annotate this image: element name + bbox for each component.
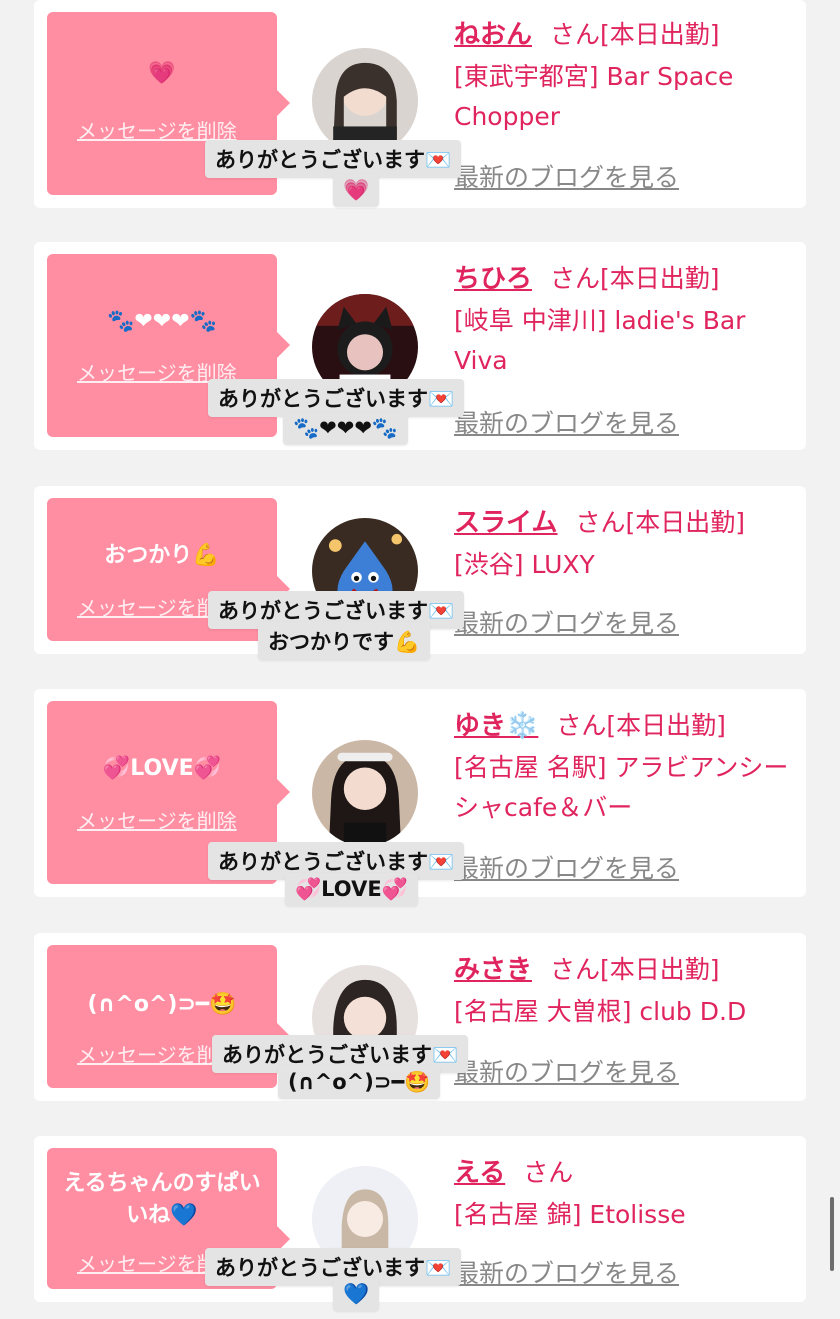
cast-info: ゆき❄️ さん[本日出勤] [名古屋 名駅] アラビアンシーシャcafe＆バー xyxy=(454,705,799,828)
shop-name: [渋谷] LUXY xyxy=(454,550,595,579)
cast-status: さん[本日出勤] xyxy=(550,264,720,293)
cast-status: さん[本日出勤] xyxy=(556,711,726,740)
latest-blog-link[interactable]: 最新のブログを見る xyxy=(454,404,679,440)
cast-name-link[interactable]: ねおん xyxy=(454,20,532,50)
reply-toast: (∩^o^)⊃━🤩 xyxy=(278,1066,441,1099)
reply-toast: 💙 xyxy=(333,1278,380,1311)
reply-toast: 💞LOVE💞 xyxy=(285,873,418,906)
shop-name: [岐阜 中津川] ladie's Bar Viva xyxy=(454,306,746,375)
cast-card: 🐾❤❤❤🐾 メッセージを削除 ちひろ さん[本日出勤] [岐阜 中津川] ladi… xyxy=(34,242,806,450)
cast-status: さん[本日出勤] xyxy=(575,508,745,537)
cast-name-link[interactable]: ゆき❄️ xyxy=(454,711,538,741)
avatar[interactable] xyxy=(312,740,418,846)
bubble-message: 💗 xyxy=(148,61,176,86)
cast-name-link[interactable]: みさき xyxy=(454,955,532,985)
reply-toast: おつかりです💪 xyxy=(258,622,431,660)
cast-info: ねおん さん[本日出勤] [東武宇都宮] Bar Space Chopper xyxy=(454,14,799,137)
shop-name: [東武宇都宮] Bar Space Chopper xyxy=(454,62,734,131)
cast-name-link[interactable]: える xyxy=(454,1158,505,1188)
cast-name-link[interactable]: スライム xyxy=(454,508,557,538)
shop-name: [名古屋 大曽根] club D.D xyxy=(454,997,747,1026)
latest-blog-link[interactable]: 最新のブログを見る xyxy=(454,1254,679,1290)
latest-blog-link[interactable]: 最新のブログを見る xyxy=(454,849,679,885)
cast-info: みさき さん[本日出勤] [名古屋 大曽根] club D.D xyxy=(454,949,799,1032)
bubble-message: 💞LOVE💞 xyxy=(102,756,222,781)
cast-status: さん xyxy=(523,1158,574,1187)
reply-toast: 🐾❤❤❤🐾 xyxy=(283,412,409,445)
shop-name: [名古屋 名駅] アラビアンシーシャcafe＆バー xyxy=(454,753,789,822)
shop-name: [名古屋 錦] Etolisse xyxy=(454,1200,686,1229)
cast-info: ちひろ さん[本日出勤] [岐阜 中津川] ladie's Bar Viva xyxy=(454,258,799,381)
delete-message-link[interactable]: メッセージを削除 xyxy=(77,805,237,834)
cast-info: スライム さん[本日出勤] [渋谷] LUXY xyxy=(454,502,799,585)
cast-status: さん[本日出勤] xyxy=(550,955,720,984)
bubble-message: おつかり💪 xyxy=(104,543,220,568)
bubble-message: (∩^o^)⊃━🤩 xyxy=(87,992,237,1017)
bubble-message: 🐾❤❤❤🐾 xyxy=(106,309,218,334)
latest-blog-link[interactable]: 最新のブログを見る xyxy=(454,1053,679,1089)
latest-blog-link[interactable]: 最新のブログを見る xyxy=(454,604,679,640)
bubble-message: えるちゃんのすぱいいね💙 xyxy=(63,1171,261,1228)
cast-status: さん[本日出勤] xyxy=(550,20,720,49)
thanks-toast: ありがとうございます💌 xyxy=(205,140,462,178)
cast-info: える さん [名古屋 錦] Etolisse xyxy=(454,1152,799,1235)
reply-toast: 💗 xyxy=(333,174,380,207)
cast-name-link[interactable]: ちひろ xyxy=(454,264,532,294)
latest-blog-link[interactable]: 最新のブログを見る xyxy=(454,158,679,194)
scrollbar[interactable] xyxy=(830,1197,834,1271)
avatar[interactable] xyxy=(312,48,418,154)
